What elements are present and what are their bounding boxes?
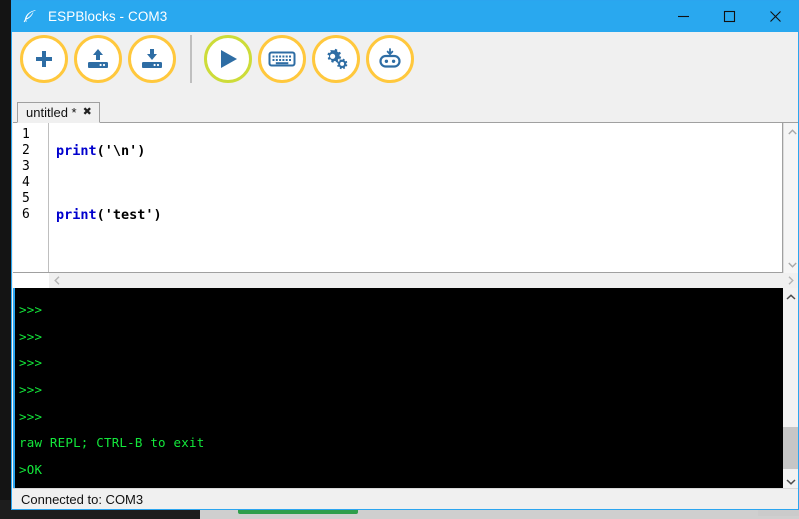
console-line: >>> (19, 356, 779, 369)
scroll-left-icon[interactable] (49, 272, 65, 289)
console-line: raw REPL; CTRL-B to exit (19, 436, 779, 449)
editor-horizontal-scrollbar[interactable] (49, 273, 799, 288)
download-icon (139, 47, 165, 71)
play-icon (215, 47, 241, 71)
status-bar: Connected to: COM3 (13, 488, 799, 509)
gears-icon (323, 47, 349, 71)
toolbar-buttons (20, 35, 420, 83)
scroll-right-icon[interactable] (783, 272, 799, 289)
new-button[interactable] (20, 35, 68, 83)
line-number: 2 (13, 143, 48, 159)
line-number: 1 (13, 127, 48, 143)
window-controls (660, 1, 798, 32)
repl-button[interactable] (258, 35, 306, 83)
line-number: 3 (13, 159, 48, 175)
upload-icon (85, 47, 111, 71)
load-button[interactable] (74, 35, 122, 83)
title-bar: ESPBlocks - COM3 (12, 1, 798, 32)
editor-panel: 1 2 3 4 5 6 print('\n') print('test') pr… (13, 123, 799, 288)
code-keyword: print (56, 143, 97, 159)
repl-console[interactable]: >>> >>> >>> >>> >>> raw REPL; CTRL-B to … (13, 288, 799, 490)
console-line: >>> (19, 383, 779, 396)
line-number-gutter: 1 2 3 4 5 6 (13, 123, 49, 272)
console-line: >>> (19, 303, 779, 316)
console-output: >>> >>> >>> >>> >>> raw REPL; CTRL-B to … (19, 290, 779, 510)
scroll-up-icon[interactable] (783, 288, 799, 305)
code-rest: ('\n') (97, 143, 146, 159)
line-number: 4 (13, 175, 48, 191)
window-title: ESPBlocks - COM3 (48, 9, 660, 24)
save-button[interactable] (128, 35, 176, 83)
toolbar-separator (190, 35, 192, 83)
console-scrollbar[interactable] (783, 288, 799, 490)
line-number: 6 (13, 207, 48, 223)
code-line (56, 175, 782, 191)
robot-icon (377, 47, 403, 71)
run-button[interactable] (204, 35, 252, 83)
blockly-button[interactable] (366, 35, 414, 83)
keyboard-icon (268, 48, 296, 70)
maximize-icon[interactable] (706, 1, 752, 32)
console-scroll-thumb[interactable] (783, 427, 799, 469)
tab-label: untitled * (26, 105, 77, 120)
editor-vertical-scrollbar[interactable] (783, 123, 799, 273)
scroll-up-icon[interactable] (784, 123, 799, 140)
code-keyword: print (56, 207, 97, 223)
code-text[interactable]: print('\n') print('test') print('\n') (49, 123, 782, 272)
console-line: >>> (19, 330, 779, 343)
tab-strip: untitled * ✖ (13, 102, 799, 123)
code-line: print('test') (56, 207, 782, 223)
console-line: >OK (19, 463, 779, 476)
line-number: 5 (13, 191, 48, 207)
editor-area[interactable]: 1 2 3 4 5 6 print('\n') print('test') pr… (13, 123, 783, 273)
tab-untitled[interactable]: untitled * ✖ (17, 102, 100, 123)
code-line (56, 239, 782, 255)
application-window: ESPBlocks - COM3 (11, 0, 799, 510)
minimize-icon[interactable] (660, 1, 706, 32)
plus-icon (32, 47, 56, 71)
feather-icon (21, 8, 39, 26)
code-line: print('\n') (56, 143, 782, 159)
close-icon[interactable] (752, 1, 798, 32)
console-line: >>> (19, 410, 779, 423)
connect-button[interactable] (312, 35, 360, 83)
scroll-down-icon[interactable] (784, 256, 799, 273)
tab-close-icon[interactable]: ✖ (83, 107, 92, 118)
toolbar: New Load Save Run REPL Connect Blockly (12, 32, 798, 102)
status-text: Connected to: COM3 (21, 492, 143, 507)
code-rest: ('test') (97, 207, 162, 223)
